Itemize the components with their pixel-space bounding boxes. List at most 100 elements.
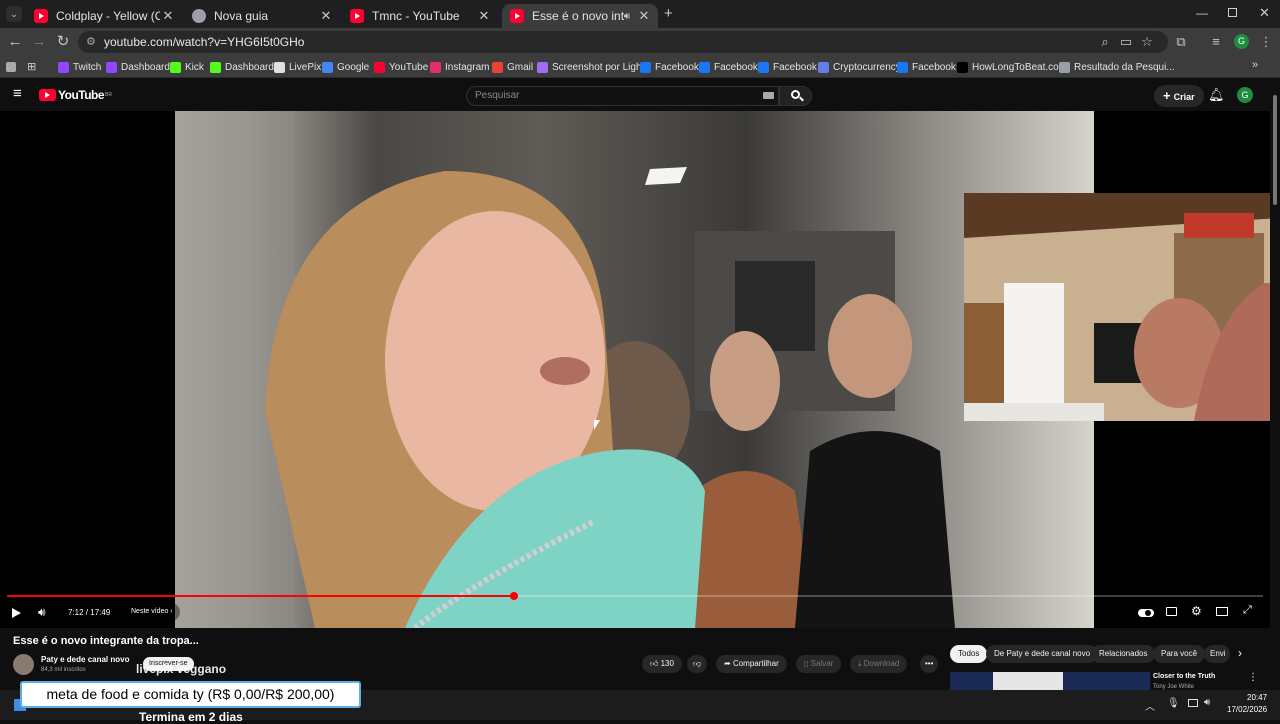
scrollbar-thumb[interactable] (1273, 95, 1277, 205)
download-button[interactable]: ⤓ Download (850, 655, 908, 673)
restore-icon[interactable] (1228, 8, 1237, 17)
notifications-bell-icon[interactable]: 🔔︎ (1208, 87, 1225, 103)
guide-menu-icon[interactable]: ≡ (13, 86, 22, 102)
chips-next-icon[interactable]: › (1238, 646, 1242, 660)
page-scrollbar[interactable] (1270, 79, 1280, 690)
browser-tab-coldplay[interactable]: Coldplay - Yellow (Official Video ✕ (26, 4, 182, 28)
bookmark-item[interactable]: Facebook (699, 60, 758, 74)
bookmark-item[interactable]: Dashboard (210, 60, 274, 74)
browser-tab-active[interactable]: Esse é o novo integrante da 🔊︎ ✕ (502, 4, 658, 28)
close-window-icon[interactable]: ✕ (1259, 5, 1270, 21)
back-icon[interactable]: ← (6, 34, 24, 50)
site-info-icon[interactable]: ⚙ (86, 31, 96, 53)
extensions-icon[interactable]: ⧉ (1173, 35, 1189, 49)
close-tab-icon[interactable]: ✕ (318, 8, 334, 24)
bookmark-item[interactable]: Instagram (430, 60, 489, 74)
bookmark-item[interactable]: Screenshot por Ligh... (537, 60, 650, 74)
network-icon[interactable] (1188, 699, 1198, 707)
video-frame[interactable] (175, 111, 1094, 628)
more-actions-button[interactable]: ••• (920, 655, 939, 673)
address-bar[interactable]: ⚙ youtube.com/watch?v=YHG6I5t0GHo (78, 31, 1168, 53)
microphone-icon[interactable]: 🎙︎ (1167, 698, 1180, 709)
bookmark-item[interactable]: Cryptocurrency (818, 60, 901, 74)
progress-played (7, 595, 514, 597)
chapter-button[interactable]: Neste vídeo › (124, 603, 180, 621)
volume-icon[interactable]: 🔊︎ (38, 605, 46, 620)
autoplay-toggle[interactable] (1138, 609, 1154, 617)
sidebar-toggle-icon[interactable] (6, 62, 16, 72)
profile-avatar[interactable]: G (1234, 34, 1249, 49)
chip-partial[interactable]: Envi (1204, 645, 1230, 663)
chip-for-you[interactable]: Para você (1153, 645, 1206, 663)
bookmark-item[interactable]: Resultado da Pesqui... (1059, 60, 1175, 74)
bookmark-star-icon[interactable]: ☆ (1139, 35, 1155, 49)
bookmark-item[interactable]: Gmail (492, 60, 533, 74)
share-button[interactable]: ➦ Compartilhar (716, 655, 787, 673)
bookmark-item[interactable]: Twitch (58, 60, 101, 74)
close-tab-icon[interactable]: ✕ (160, 8, 176, 24)
chip-todos[interactable]: Todos (950, 645, 988, 663)
close-tab-icon[interactable]: ✕ (476, 8, 492, 24)
channel-avatar[interactable] (13, 654, 34, 675)
reload-icon[interactable]: ↻ (54, 34, 72, 50)
chip-channel[interactable]: De Paty e dede canal novo (986, 645, 1099, 663)
chip-related[interactable]: Relacionados (1091, 645, 1156, 663)
browser-tab-tmnc[interactable]: Tmnc - YouTube ✕ (342, 4, 498, 28)
scrubber-handle[interactable] (510, 592, 518, 600)
settings-gear-icon[interactable]: ⚙ (1191, 604, 1202, 618)
clock-date[interactable]: 17/02/2026 (1227, 705, 1267, 714)
bookmark-item[interactable]: LivePix (274, 60, 321, 74)
search-button[interactable] (779, 86, 812, 106)
bookmark-item[interactable]: Dashboard (106, 60, 170, 74)
progress-bar[interactable] (7, 592, 1263, 600)
bookmark-item[interactable]: Facebook (897, 60, 956, 74)
bookmark-label: Facebook (773, 61, 817, 73)
dislike-button[interactable]: 👎︎ (687, 655, 708, 673)
bookmark-item[interactable]: YouTube (374, 60, 428, 74)
save-button[interactable]: ▯ Salvar (796, 655, 842, 673)
channel-name[interactable]: Paty e dede canal novo (41, 655, 129, 664)
download-label: Download (863, 659, 900, 668)
like-button[interactable]: 👍︎ 130 (642, 655, 682, 673)
apps-grid-icon[interactable]: ⊞ (27, 60, 36, 73)
bookmark-label: Instagram (445, 61, 490, 73)
bookmark-label: YouTube (389, 61, 429, 73)
tray-chevron-icon[interactable]: ︿ (1145, 698, 1155, 713)
recommended-thumbnail[interactable] (950, 672, 1150, 692)
tab-search-icon[interactable]: ⌄ (6, 6, 22, 22)
youtube-icon (350, 9, 364, 23)
recommended-menu-icon[interactable]: ⋮ (1248, 672, 1258, 683)
more-bookmarks-icon[interactable]: » (1252, 59, 1258, 71)
reading-list-icon[interactable]: ≡ (1208, 35, 1224, 49)
theater-mode-icon[interactable] (1216, 607, 1228, 616)
webcam-scene (964, 193, 1270, 421)
fullscreen-icon[interactable]: ⤢ (1243, 604, 1252, 617)
keyboard-icon[interactable] (763, 92, 774, 99)
cast-icon[interactable]: ▭ (1118, 35, 1134, 49)
search-input[interactable]: Pesquisar (466, 86, 779, 106)
bookmark-item[interactable]: HowLongToBeat.co... (957, 60, 1067, 74)
subtitles-icon[interactable] (1166, 607, 1177, 616)
bookmark-item[interactable]: Facebook (758, 60, 817, 74)
clock-time[interactable]: 20:47 (1247, 693, 1267, 702)
play-icon[interactable] (12, 608, 21, 618)
video-scene (175, 111, 955, 628)
bookmark-item[interactable]: Facebook (640, 60, 699, 74)
bookmark-item[interactable]: Google (322, 60, 369, 74)
youtube-logo[interactable]: YouTube BR (39, 88, 112, 102)
new-tab-button[interactable]: + (664, 6, 673, 22)
minimize-icon[interactable]: — (1196, 6, 1208, 20)
browser-tab-nova-guia[interactable]: Nova guia ✕ (184, 4, 340, 28)
speaker-tray-icon[interactable]: 🔊︎ (1204, 697, 1210, 708)
zoom-icon[interactable]: ⌕ (1097, 35, 1113, 49)
bookmark-item[interactable]: Kick (170, 60, 204, 74)
close-tab-icon[interactable]: ✕ (636, 8, 652, 24)
bookmark-favicon-icon (758, 61, 769, 73)
speaker-icon[interactable]: 🔊︎ (624, 11, 630, 22)
recommended-title[interactable]: Closer to the Truth (1153, 673, 1215, 680)
forward-icon[interactable]: → (30, 34, 48, 50)
video-player[interactable]: 🔊︎ 7:12 / 17:49 Neste vídeo › ⚙ ⤢ (0, 111, 1270, 628)
account-avatar[interactable]: G (1237, 87, 1253, 103)
browser-menu-icon[interactable]: ⋮ (1258, 35, 1274, 49)
create-button[interactable]: + Criar (1154, 85, 1204, 107)
